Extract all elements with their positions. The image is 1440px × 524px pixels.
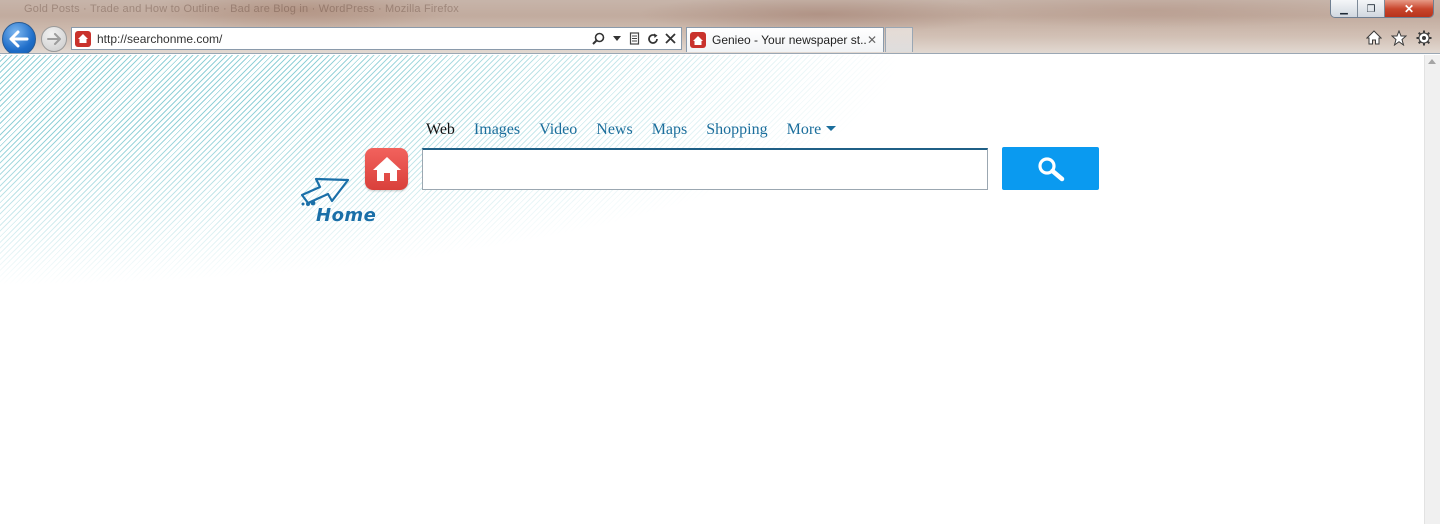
home-badge-icon[interactable] <box>365 148 408 190</box>
window-title: Gold Posts · Trade and How to Outline · … <box>24 3 459 15</box>
tab-close-icon[interactable]: ✕ <box>866 33 878 47</box>
web-page: Home Web Images Video News Maps Shopping… <box>0 55 1424 524</box>
refresh-icon[interactable] <box>646 32 659 46</box>
browser-chrome: Gold Posts · Trade and How to Outline · … <box>0 0 1440 54</box>
home-favicon-icon <box>75 30 91 47</box>
back-arrow-icon <box>9 30 29 48</box>
browser-tab[interactable]: Genieo - Your newspaper st... ✕ <box>686 27 884 52</box>
stop-icon[interactable] <box>664 32 677 46</box>
address-url[interactable]: http://searchonme.com/ <box>97 32 592 46</box>
home-icon[interactable] <box>1365 29 1382 46</box>
favorites-star-icon[interactable] <box>1390 29 1407 46</box>
tab-more[interactable]: More <box>787 121 837 139</box>
tab-maps[interactable]: Maps <box>652 121 688 139</box>
restore-button[interactable]: ❐ <box>1358 0 1385 17</box>
tab-images[interactable]: Images <box>474 121 520 139</box>
tab-web[interactable]: Web <box>426 121 455 139</box>
tab-video[interactable]: Video <box>539 121 577 139</box>
forward-button[interactable] <box>41 26 67 52</box>
close-window-button[interactable]: ✕ <box>1385 0 1433 17</box>
tab-news[interactable]: News <box>596 121 632 139</box>
dropdown-icon[interactable] <box>610 32 623 46</box>
back-button[interactable] <box>2 22 36 53</box>
address-tools <box>592 32 677 46</box>
tab-favicon-icon <box>690 32 706 48</box>
chevron-down-icon <box>826 126 837 131</box>
search-category-tabs: Web Images Video News Maps Shopping More <box>426 121 837 139</box>
search-icon[interactable] <box>592 32 605 46</box>
magnifier-icon <box>1037 156 1064 181</box>
minimize-button[interactable]: ▁ <box>1331 0 1358 17</box>
tab-title: Genieo - Your newspaper st... <box>712 33 866 47</box>
tab-more-label: More <box>786 121 822 138</box>
search-button[interactable] <box>1002 147 1099 190</box>
forward-arrow-icon <box>47 33 61 45</box>
scroll-up-arrow-icon[interactable] <box>1428 59 1436 64</box>
new-tab-button[interactable] <box>885 27 913 52</box>
tab-shopping[interactable]: Shopping <box>706 121 767 139</box>
address-bar[interactable]: http://searchonme.com/ <box>71 27 682 50</box>
vertical-scrollbar[interactable] <box>1424 55 1440 524</box>
settings-gear-icon[interactable] <box>1415 29 1432 46</box>
compatibility-icon[interactable] <box>628 32 641 46</box>
search-input[interactable] <box>422 148 988 190</box>
toolbar-right-icons <box>1365 29 1432 46</box>
window-controls: ▁ ❐ ✕ <box>1330 0 1434 18</box>
home-logo-text: Home <box>316 205 377 226</box>
